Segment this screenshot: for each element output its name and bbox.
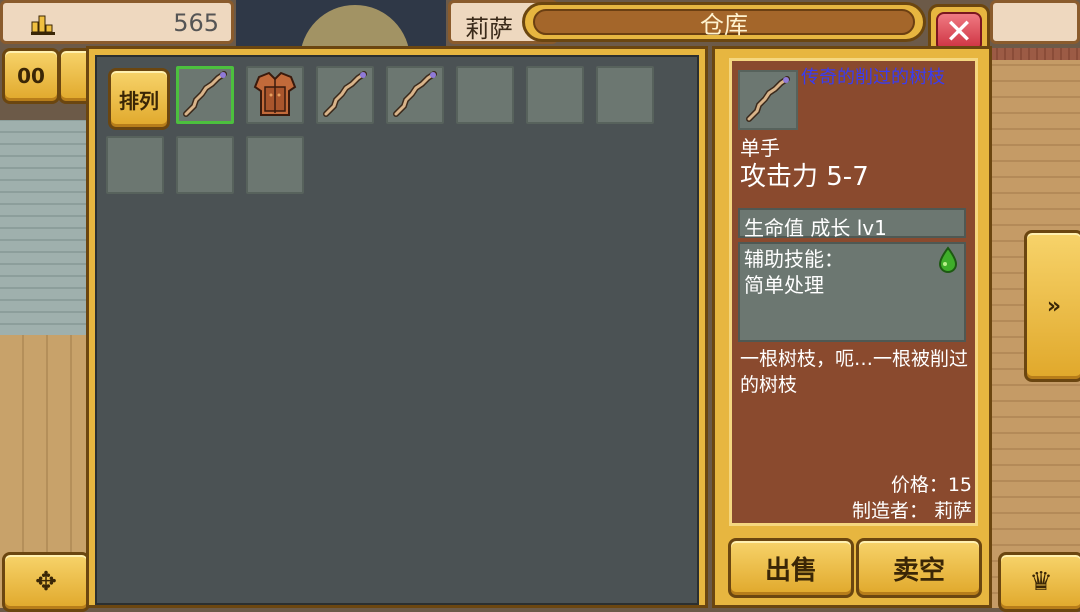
sort-button-label: 排列: [119, 88, 159, 113]
storage-slot-empty[interactable]: [456, 66, 514, 124]
next-page-button[interactable]: »: [1024, 230, 1080, 382]
window-title: 仓库: [533, 9, 915, 39]
dpad-button[interactable]: ✥: [2, 552, 90, 612]
character-tab-label: 莉萨: [465, 15, 513, 43]
leather-armor-icon: [253, 71, 297, 116]
money-bar: 565: [0, 0, 234, 44]
storage-slot-empty[interactable]: [246, 136, 304, 194]
storage-panel: [86, 46, 708, 608]
storage-slot-empty[interactable]: [176, 136, 234, 194]
crown-button[interactable]: ♛: [998, 552, 1080, 612]
storage-slot-stick[interactable]: [316, 66, 374, 124]
green-potion-icon: [938, 246, 958, 274]
money-stack-icon: [31, 15, 55, 35]
detail-growth: 生命值 成长 lv1: [738, 208, 966, 240]
storage-slot-empty[interactable]: [596, 66, 654, 124]
detail-attack: 攻击力 5-7: [740, 162, 869, 192]
detail-description: 一根树枝，呃…一根被削过的树枝: [740, 348, 969, 396]
sell-all-button-label: 卖空: [892, 555, 945, 586]
detail-skill-label: 辅助技能：: [744, 247, 844, 271]
menu-button[interactable]: 00: [2, 48, 60, 104]
stick-icon: [183, 71, 227, 117]
window-title-bar: 仓库: [522, 2, 926, 42]
detail-maker: 制造者： 莉萨: [851, 500, 972, 522]
top-right-tab: [990, 0, 1080, 44]
dpad-icon: ✥: [35, 567, 57, 597]
stick-icon: [323, 71, 367, 117]
detail-item-name: 传奇的削过的树枝: [801, 67, 945, 88]
crown-icon: ♛: [1029, 567, 1053, 597]
detail-skill-box: 辅助技能： 简单处理: [738, 242, 966, 342]
double-chevron-right-icon: »: [1046, 293, 1062, 319]
storage-slot-empty[interactable]: [526, 66, 584, 124]
sell-button-label: 出售: [764, 555, 817, 586]
storage-slot-stick[interactable]: [176, 66, 234, 124]
menu-button-glyph: 00: [17, 64, 45, 88]
money-amount: 565: [173, 9, 219, 37]
sell-button[interactable]: 出售: [728, 538, 854, 598]
storage-slot-empty[interactable]: [106, 136, 164, 194]
sell-all-button[interactable]: 卖空: [856, 538, 982, 598]
detail-price: 价格：15: [890, 474, 972, 496]
stick-icon: [393, 71, 437, 117]
storage-slot-stick[interactable]: [386, 66, 444, 124]
stick-icon: [746, 76, 790, 122]
sort-button[interactable]: 排列: [108, 68, 170, 130]
background-stone-floor: [0, 120, 88, 335]
detail-growth-text: 生命值 成长 lv1: [744, 216, 887, 240]
storage-slot-armor[interactable]: [246, 66, 304, 124]
detail-skill-value: 简单处理: [744, 273, 824, 297]
detail-item-icon: [738, 70, 798, 130]
